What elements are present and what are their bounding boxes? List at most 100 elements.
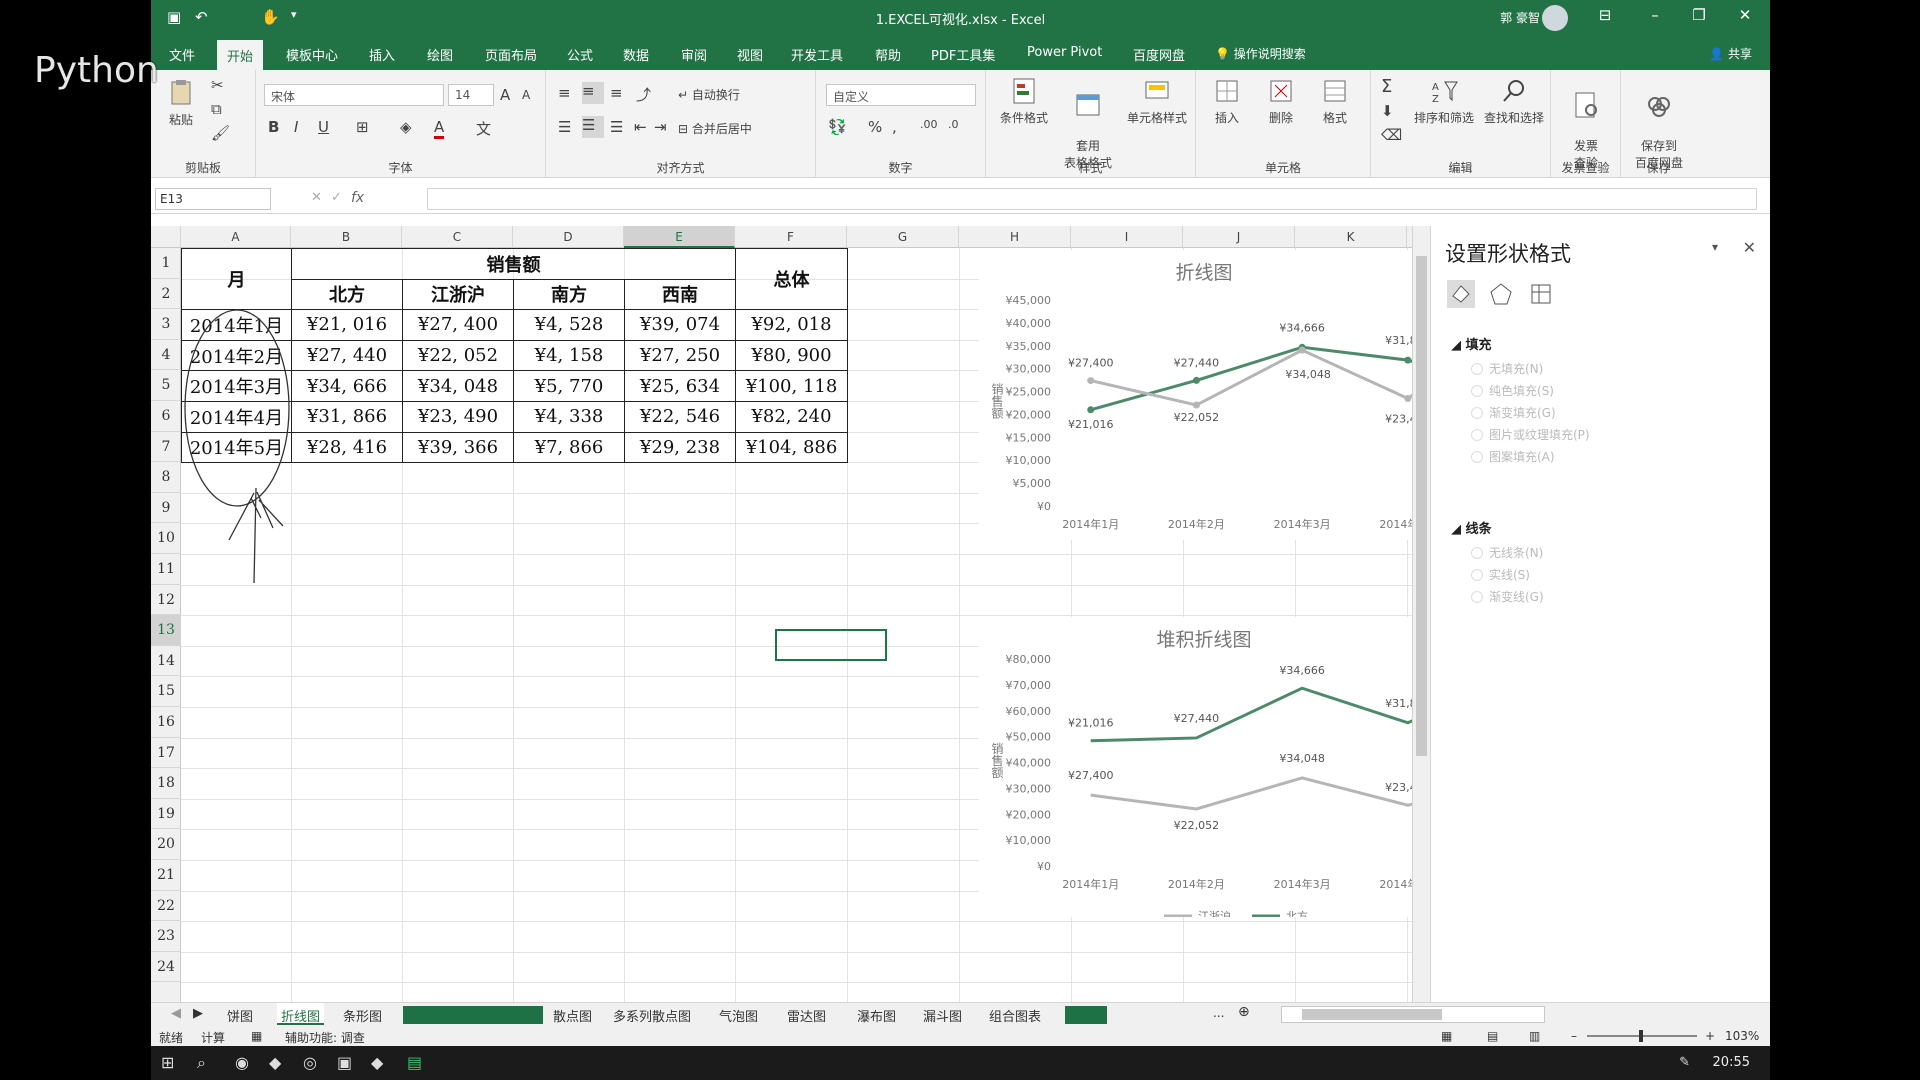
tray-icon[interactable]: ✎: [1679, 1055, 1690, 1070]
vertical-scrollbar[interactable]: [1412, 226, 1430, 1002]
border-icon[interactable]: ⊞: [356, 118, 369, 136]
sheet-tab[interactable]: 雷达图: [787, 1006, 826, 1025]
sales-cell[interactable]: ¥5, 770: [513, 370, 625, 402]
column-header-h[interactable]: H: [959, 226, 1071, 248]
sort-filter-button[interactable]: AZ 排序和筛选: [1411, 76, 1477, 126]
phonetic-icon[interactable]: 文: [476, 118, 491, 139]
find-select-button[interactable]: 查找和选择: [1481, 76, 1547, 126]
currency-icon[interactable]: 💱: [828, 118, 847, 136]
tab-developer[interactable]: 开发工具: [791, 45, 843, 64]
font-color-icon[interactable]: A: [434, 118, 445, 139]
row-header-9[interactable]: 9: [151, 493, 181, 524]
row-header-24[interactable]: 24: [151, 952, 181, 983]
increase-indent-icon[interactable]: ⇥: [654, 118, 667, 136]
app-icon[interactable]: ▣: [337, 1053, 352, 1072]
selected-cell[interactable]: [775, 629, 887, 661]
row-header-6[interactable]: 6: [151, 401, 181, 432]
tab-review[interactable]: 审阅: [681, 45, 707, 64]
sales-cell[interactable]: ¥4, 158: [513, 339, 625, 372]
sheet-tab[interactable]: 漏斗图: [923, 1006, 962, 1025]
insert-cells-button[interactable]: 插入: [1202, 76, 1252, 126]
effects-icon[interactable]: [1487, 280, 1515, 308]
page-layout-view-icon[interactable]: ▤: [1487, 1029, 1498, 1043]
delete-cells-button[interactable]: 删除: [1256, 76, 1306, 126]
line-chart[interactable]: 折线图 ¥0 ¥5,000 ¥10,000 ¥15,000 ¥20,000 ¥25,000…: [979, 250, 1429, 540]
sheet-tab[interactable]: 折线图: [277, 1003, 325, 1025]
sheet-tab[interactable]: [1065, 1006, 1107, 1024]
percent-icon[interactable]: %: [868, 118, 882, 136]
fill-option[interactable]: 无填充(N): [1471, 360, 1543, 377]
column-header-a[interactable]: A: [181, 226, 291, 248]
close-icon[interactable]: ✕: [1730, 6, 1760, 24]
row-header-11[interactable]: 11: [151, 554, 181, 585]
sheet-tab[interactable]: 气泡图: [719, 1006, 758, 1025]
size-properties-icon[interactable]: [1527, 280, 1555, 308]
ribbon-display-icon[interactable]: ⊟: [1590, 6, 1620, 24]
row-header-18[interactable]: 18: [151, 768, 181, 799]
normal-view-icon[interactable]: ▦: [1441, 1029, 1452, 1043]
editor-icon[interactable]: ◆: [371, 1053, 383, 1072]
tab-page-layout[interactable]: 页面布局: [485, 45, 537, 64]
row-header-8[interactable]: 8: [151, 462, 181, 493]
status-calc[interactable]: 计算: [201, 1029, 225, 1046]
comma-icon[interactable]: ,: [892, 118, 897, 136]
row-header-15[interactable]: 15: [151, 676, 181, 707]
sheet-tab[interactable]: 瀑布图: [857, 1006, 896, 1025]
sales-cell[interactable]: ¥25, 634: [624, 370, 736, 402]
cell-styles-button[interactable]: 单元格样式: [1124, 76, 1190, 126]
next-sheet-icon[interactable]: ▶: [193, 1006, 203, 1021]
increase-decimal-icon[interactable]: .00: [920, 118, 938, 131]
column-header-j[interactable]: J: [1183, 226, 1295, 248]
radio-button[interactable]: [1471, 591, 1483, 603]
pane-options-icon[interactable]: ▾: [1712, 240, 1718, 254]
add-sheet-icon[interactable]: ⊕: [1238, 1004, 1250, 1020]
column-header-e[interactable]: E: [624, 226, 735, 248]
windows-start-icon[interactable]: ⊞: [161, 1053, 174, 1072]
radio-button[interactable]: [1471, 363, 1483, 375]
sheet-tab[interactable]: 条形图: [343, 1006, 382, 1025]
pane-close-icon[interactable]: ✕: [1743, 238, 1756, 257]
radio-button[interactable]: [1471, 429, 1483, 441]
zoom-slider-thumb[interactable]: [1639, 1030, 1643, 1042]
sales-cell[interactable]: ¥7, 866: [513, 431, 625, 464]
sheet-tab[interactable]: 组合图表: [989, 1006, 1041, 1025]
row-header-7[interactable]: 7: [151, 432, 181, 463]
restore-icon[interactable]: ❐: [1684, 6, 1714, 24]
align-middle-icon[interactable]: ≡: [582, 82, 604, 104]
tab-formulas[interactable]: 公式: [567, 45, 593, 64]
sales-cell[interactable]: ¥27, 400: [402, 309, 514, 341]
align-right-icon[interactable]: ☰: [610, 118, 623, 136]
stacked-line-chart[interactable]: 堆积折线图 ¥0 ¥10,000 ¥20,000 ¥30,000 ¥40,000 ¥50,…: [979, 617, 1429, 917]
user-name[interactable]: 郭 豪智: [1500, 9, 1540, 26]
autosum-icon[interactable]: Σ: [1381, 76, 1392, 97]
minimize-icon[interactable]: –: [1640, 6, 1670, 24]
insert-function-icon[interactable]: fx: [351, 190, 364, 206]
row-header-16[interactable]: 16: [151, 707, 181, 738]
fill-option[interactable]: 图片或纹理填充(P): [1471, 426, 1590, 443]
merge-center-button[interactable]: ⊟ 合并后居中: [678, 120, 752, 137]
tab-insert[interactable]: 插入: [369, 45, 395, 64]
tab-help[interactable]: 帮助: [875, 45, 901, 64]
italic-button[interactable]: I: [294, 118, 298, 136]
accessibility-status[interactable]: 辅助功能: 调查: [285, 1029, 365, 1046]
sales-cell[interactable]: ¥4, 338: [513, 400, 625, 433]
fill-section[interactable]: ◢ 填充: [1451, 334, 1492, 353]
cancel-icon[interactable]: ✕: [311, 190, 322, 205]
fill-option[interactable]: 纯色填充(S): [1471, 382, 1554, 399]
wrap-text-button[interactable]: ↵ 自动换行: [678, 86, 740, 103]
scroll-thumb[interactable]: [1416, 256, 1427, 756]
format-painter-icon[interactable]: 🖌: [211, 124, 230, 142]
sales-cell[interactable]: ¥27, 250: [624, 339, 736, 372]
sheet-tab[interactable]: 散点图: [553, 1006, 592, 1025]
total-cell[interactable]: ¥80, 900: [735, 339, 848, 372]
clear-icon[interactable]: ⌫: [1381, 126, 1402, 144]
column-header-d[interactable]: D: [513, 226, 624, 248]
sales-cell[interactable]: ¥22, 546: [624, 400, 736, 433]
align-bottom-icon[interactable]: ≡: [610, 84, 623, 102]
underline-button[interactable]: U: [318, 118, 329, 136]
total-header[interactable]: 总体: [735, 247, 848, 311]
vscode-icon[interactable]: ◆: [269, 1053, 281, 1072]
tab-baidu-netdisk[interactable]: 百度网盘: [1133, 45, 1185, 64]
macro-record-icon[interactable]: ▦: [251, 1029, 262, 1043]
formula-input[interactable]: [427, 188, 1757, 210]
